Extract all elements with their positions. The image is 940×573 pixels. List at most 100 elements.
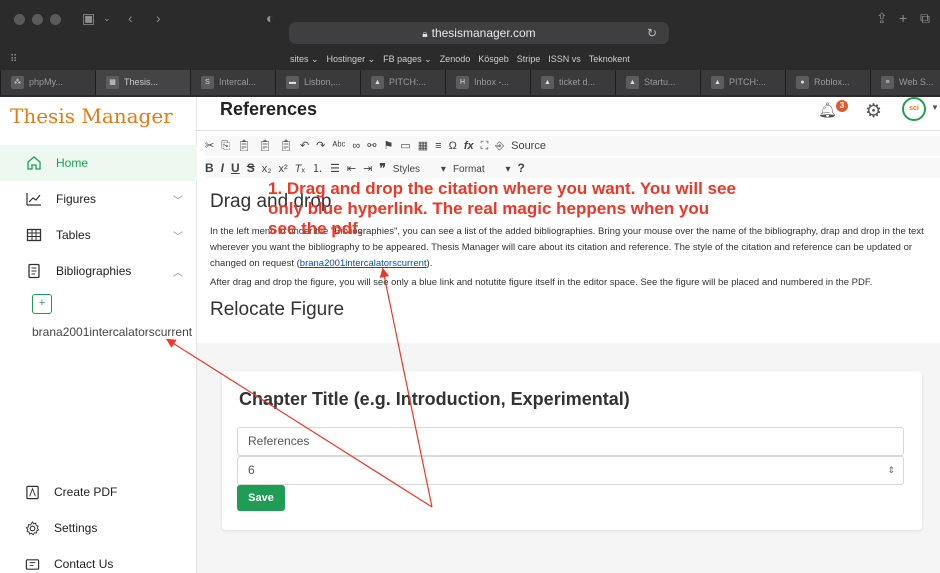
spinner-icon[interactable]: ⇕ — [887, 457, 895, 484]
copy-icon[interactable]: ⎘ — [221, 140, 230, 152]
cut-icon[interactable]: ✂ — [205, 140, 214, 152]
reload-icon[interactable]: ↻ — [647, 22, 657, 44]
sidebar-item-label: Tables — [56, 228, 91, 242]
flag-icon[interactable]: ⚑ — [383, 140, 393, 152]
privacy-shield-icon[interactable]: ◐ — [266, 6, 274, 30]
blockquote-icon[interactable]: ❞ — [379, 161, 385, 175]
chapter-number-input[interactable]: 6 ⇕ — [237, 456, 904, 485]
forward-icon[interactable]: › — [156, 6, 161, 30]
paste-text-icon[interactable]: 📋︎ — [258, 140, 272, 152]
chevron-down-icon[interactable]: ﹀ — [173, 228, 183, 243]
indent-icon[interactable]: ⇥ — [363, 163, 372, 175]
spellcheck-icon[interactable]: ᴬᵇᶜ — [332, 140, 345, 152]
sidebar-item-home[interactable]: Home — [0, 145, 197, 181]
sidebar-item-label: Bibliographies — [56, 264, 132, 278]
editor-toolbar-row-2: B I U Sx₂ x² Tₓ ⒈ ☰ ⇤ ⇥ ❞ Styles ▾ Format ▾? — [205, 158, 940, 178]
favorite-stripe[interactable]: Stripe — [517, 54, 541, 64]
sidebar-item-settings[interactable]: Settings — [0, 510, 197, 546]
sidebar-item-create-pdf[interactable]: Create PDF — [0, 474, 197, 510]
sidebar-item-label: Contact Us — [54, 557, 114, 571]
omega-icon[interactable]: Ω — [449, 140, 457, 152]
favorites-grid-icon[interactable]: ⠿ — [10, 48, 17, 72]
favorite-issn[interactable]: ISSN vs — [548, 54, 581, 64]
avatar[interactable]: sci — [902, 97, 926, 121]
source-label[interactable]: Source — [511, 140, 546, 152]
browser-tab[interactable]: ● Roblox... — [785, 70, 870, 95]
caret-down-icon[interactable]: ▼ — [931, 103, 939, 112]
favorite-sites[interactable]: sites ⌄ — [290, 54, 319, 64]
chevron-down-icon[interactable]: ⌄ — [103, 6, 111, 30]
numbered-list-icon[interactable]: ⒈ — [312, 163, 323, 175]
brand-logo[interactable]: Thesis Manager — [10, 101, 173, 131]
image-icon[interactable]: ▭ — [400, 140, 410, 152]
citation-link[interactable]: brana2001intercalatorscurrent — [300, 258, 427, 269]
unlink-icon[interactable]: ⚯ — [367, 140, 376, 152]
lock-icon: 🔒︎ — [422, 29, 428, 40]
chevron-up-icon[interactable]: ︿ — [173, 264, 183, 279]
maximize-icon[interactable]: ⛶ — [481, 140, 489, 152]
paste-word-icon[interactable]: 📋︎ — [279, 140, 293, 152]
underline-icon[interactable]: U — [231, 161, 240, 175]
browser-tab[interactable]: ⁂ phpMy... — [0, 70, 95, 95]
back-icon[interactable]: ‹ — [128, 6, 133, 30]
formula-icon[interactable]: fx — [464, 140, 474, 152]
link-icon[interactable]: ∞ — [352, 140, 360, 152]
sidebar-item-tables[interactable]: Tables ﹀ — [0, 217, 197, 253]
top-bar: References 🔔︎ 3 ⚙︎ sci ▼ — [197, 97, 940, 130]
favorite-zenodo[interactable]: Zenodo — [440, 54, 471, 64]
subscript-icon[interactable]: x₂ — [262, 163, 272, 175]
source-icon[interactable]: ⎆ — [495, 140, 504, 152]
bibliography-item[interactable]: brana2001intercalatorscurrent — [32, 325, 192, 339]
superscript-icon[interactable]: x² — [278, 163, 287, 175]
browser-tab[interactable]: ▲ Startu... — [615, 70, 700, 95]
browser-tab[interactable]: ▲ PITCH:... — [700, 70, 785, 95]
tab-favicon-icon: ▲ — [371, 76, 384, 89]
gear-icon[interactable]: ⚙︎ — [865, 100, 882, 123]
tab-overview-icon[interactable]: ⧉ — [920, 6, 930, 30]
new-tab-icon[interactable]: + — [899, 6, 907, 30]
add-bibliography-icon[interactable]: + — [32, 294, 52, 314]
close-window-button[interactable] — [14, 14, 25, 25]
horizontal-line-icon[interactable]: ≡ — [435, 140, 441, 152]
browser-tab[interactable]: ▬ Lisbon,... — [275, 70, 360, 95]
browser-tab[interactable]: ▲ ticket d... — [530, 70, 615, 95]
favorite-teknokent[interactable]: Teknokent — [589, 54, 630, 64]
main-area: References 🔔︎ 3 ⚙︎ sci ▼ ✂ ⎘ 📋︎ 📋︎ 📋︎ ↶ ↷ ᴬᵇᶜ ∞ ⚯… — [197, 97, 940, 573]
sidebar-item-bibliographies[interactable]: Bibliographies ︿ — [0, 253, 197, 289]
browser-tab[interactable]: ≡ Web S... — [870, 70, 940, 95]
help-icon[interactable]: ? — [518, 161, 525, 175]
browser-tab-active[interactable]: ▦ Thesis... — [95, 70, 190, 95]
outdent-icon[interactable]: ⇤ — [347, 163, 356, 175]
sidebar-item-figures[interactable]: Figures ﹀ — [0, 181, 197, 217]
redo-icon[interactable]: ↷ — [316, 140, 325, 152]
save-button[interactable]: Save — [237, 485, 285, 511]
browser-tab[interactable]: S Intercal... — [190, 70, 275, 95]
chevron-down-icon[interactable]: ﹀ — [173, 192, 183, 207]
paste-icon[interactable]: 📋︎ — [237, 140, 251, 152]
browser-tab[interactable]: H Inbox -... — [445, 70, 530, 95]
strikethrough-icon[interactable]: S — [247, 161, 255, 175]
notification-badge: 3 — [836, 100, 848, 112]
minimize-window-button[interactable] — [32, 14, 43, 25]
italic-icon[interactable]: I — [221, 161, 224, 175]
chapter-title-input[interactable]: References — [237, 427, 904, 456]
format-dropdown[interactable]: Format ▾ — [453, 160, 511, 180]
styles-dropdown[interactable]: Styles ▾ — [393, 160, 446, 180]
zoom-window-button[interactable] — [50, 14, 61, 25]
tab-bar: ⁂ phpMy... ▦ Thesis... S Intercal... ▬ Lisbo… — [0, 70, 940, 95]
undo-icon[interactable]: ↶ — [300, 140, 309, 152]
browser-tab[interactable]: ▲ PITCH:... — [360, 70, 445, 95]
page-title: References — [220, 99, 318, 119]
favorite-kosgeb[interactable]: Kösgeb — [478, 54, 509, 64]
favorite-hostinger[interactable]: Hostinger ⌄ — [327, 54, 376, 64]
bold-icon[interactable]: B — [205, 161, 214, 175]
bulleted-list-icon[interactable]: ☰ — [330, 163, 340, 175]
sidebar-item-contact[interactable]: Contact Us — [0, 546, 197, 573]
favorite-fb-pages[interactable]: FB pages ⌄ — [383, 54, 432, 64]
address-bar[interactable]: 🔒︎ thesismanager.com ↻ — [289, 22, 669, 44]
sidebar-toggle-icon[interactable]: ▣ — [82, 6, 95, 30]
table-insert-icon[interactable]: ▦ — [418, 140, 428, 152]
chapter-form-card: Chapter Title (e.g. Introduction, Experi… — [222, 371, 922, 530]
share-icon[interactable]: ⇪ — [876, 6, 888, 30]
remove-format-icon[interactable]: Tₓ — [295, 163, 305, 175]
